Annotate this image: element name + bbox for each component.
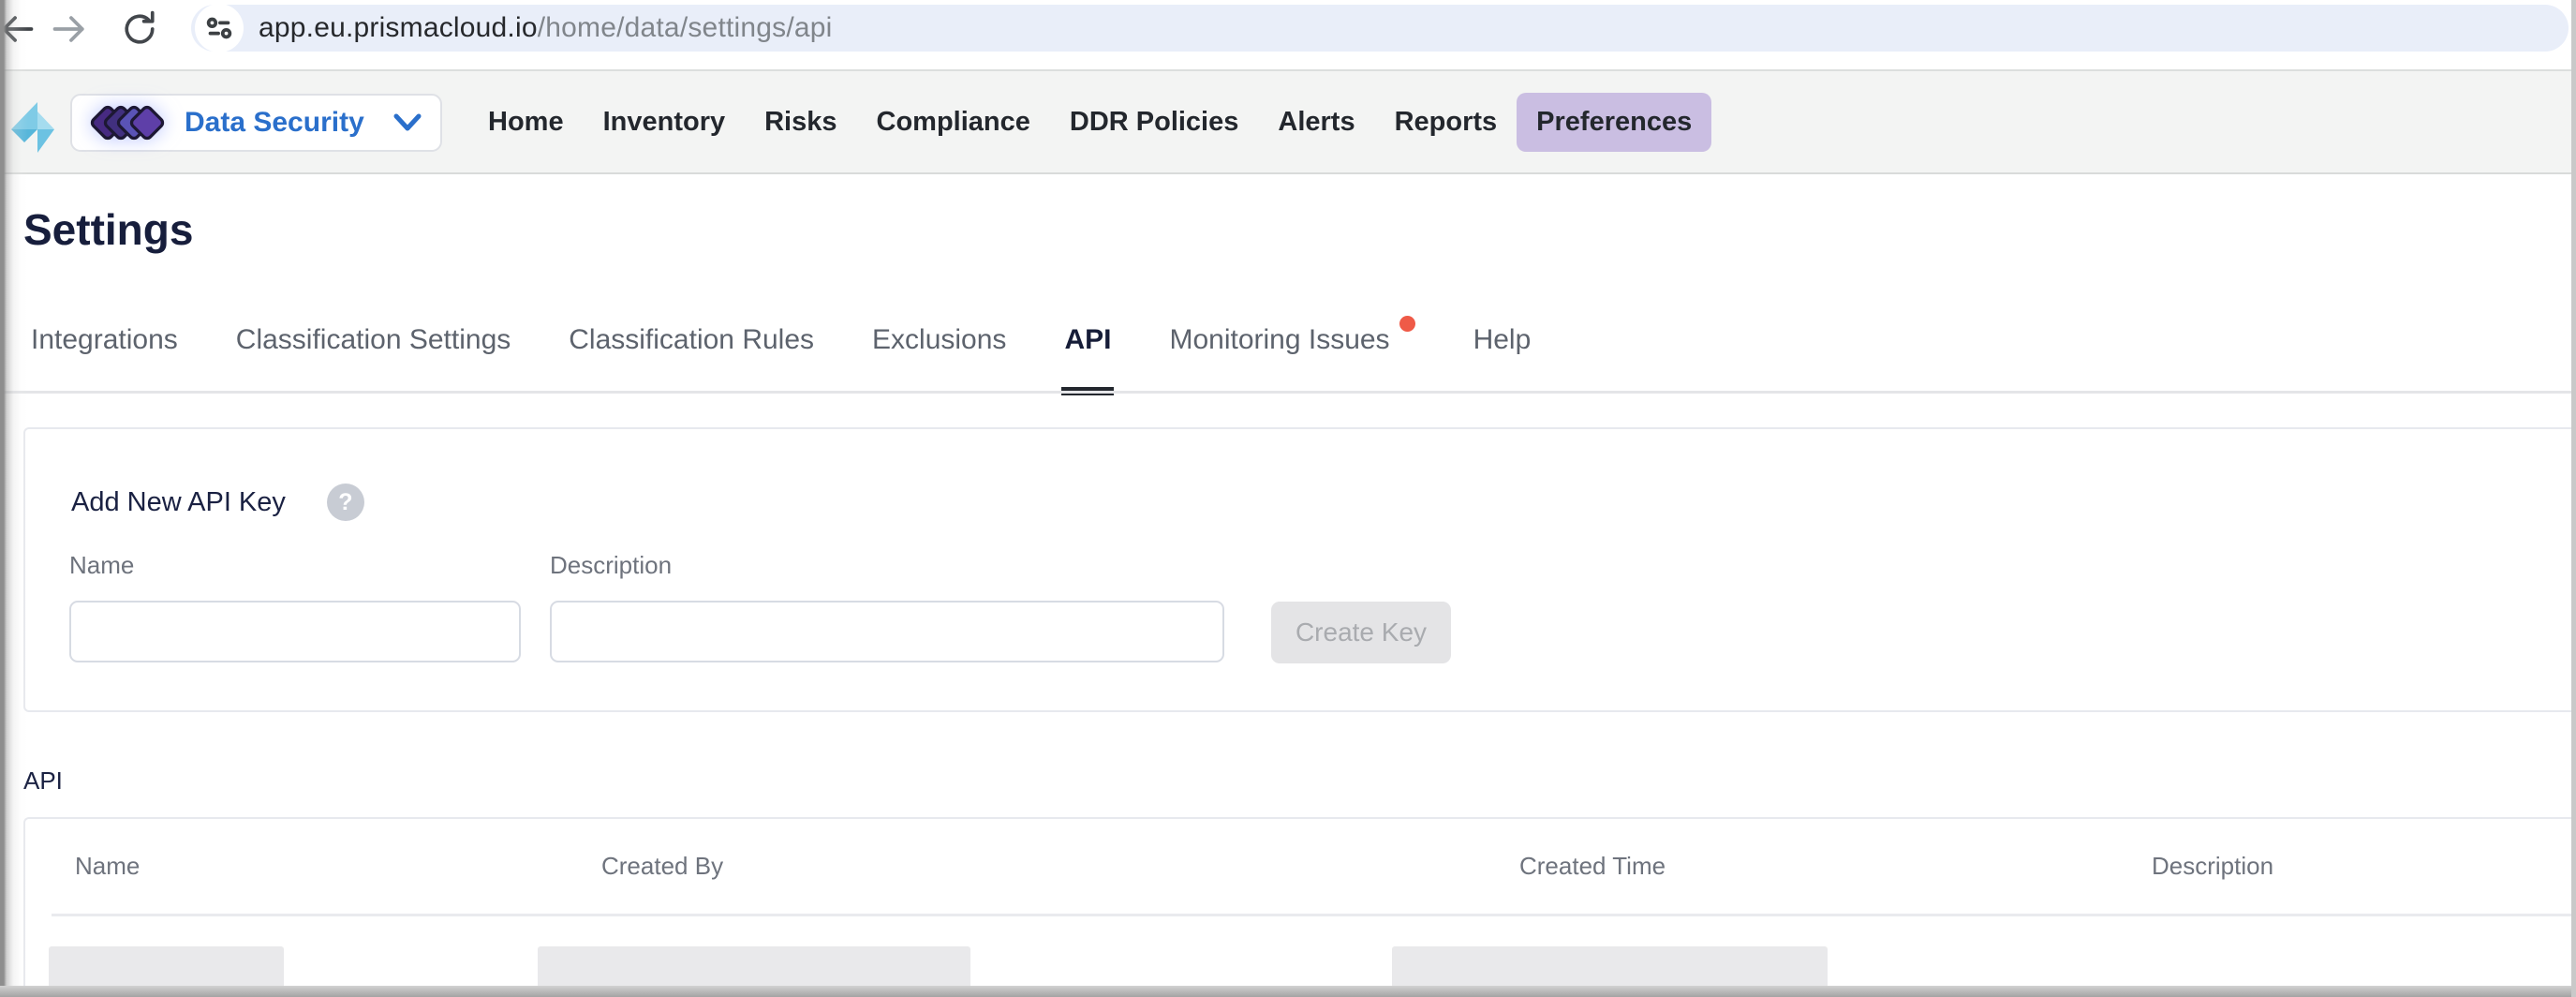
loading-skeleton-bar — [1392, 946, 1828, 990]
site-settings-chip[interactable] — [195, 4, 244, 52]
page-title: Settings — [23, 204, 193, 255]
tab-monitoring-issues[interactable]: Monitoring Issues — [1169, 322, 1414, 395]
address-bar[interactable]: app.eu.prismacloud.io/home/data/settings… — [191, 5, 2569, 52]
nav-item-inventory[interactable]: Inventory — [584, 93, 746, 152]
nav-item-reports[interactable]: Reports — [1375, 93, 1517, 152]
tabs-divider — [0, 391, 2576, 394]
loading-skeleton-bar — [538, 946, 970, 990]
forward-arrow-icon — [50, 8, 91, 50]
create-key-button[interactable]: Create Key — [1271, 602, 1451, 663]
notification-dot — [1399, 316, 1415, 332]
loading-skeleton-bar — [49, 946, 284, 990]
tab-exclusions[interactable]: Exclusions — [872, 322, 1006, 395]
column-header-name: Name — [25, 852, 550, 881]
back-arrow-icon — [0, 8, 37, 50]
column-header-created-time: Created Time — [1468, 852, 2100, 881]
reload-icon — [119, 8, 160, 50]
name-field-label: Name — [69, 551, 134, 580]
url-domain: app.eu.prismacloud.io — [259, 12, 538, 43]
description-field-label: Description — [550, 551, 672, 580]
add-api-key-card: Add New API Key ? Name Description Creat… — [23, 427, 2576, 712]
tab-help[interactable]: Help — [1473, 322, 1532, 395]
chevron-down-icon — [392, 112, 423, 134]
product-switcher-label: Data Security — [185, 107, 392, 139]
help-icon[interactable]: ? — [327, 484, 364, 521]
nav-item-compliance[interactable]: Compliance — [857, 93, 1050, 152]
tab-integrations[interactable]: Integrations — [31, 322, 178, 395]
nav-item-alerts[interactable]: Alerts — [1258, 93, 1374, 152]
forward-button[interactable] — [49, 7, 92, 51]
main-navigation: Home Inventory Risks Compliance DDR Poli… — [468, 93, 1711, 152]
form-title: Add New API Key — [71, 487, 286, 518]
nav-item-home[interactable]: Home — [468, 93, 584, 152]
description-field[interactable] — [550, 601, 1224, 662]
tune-icon — [203, 12, 235, 44]
nav-item-preferences[interactable]: Preferences — [1517, 93, 1711, 152]
table-header-row: Name Created By Created Time Description — [25, 819, 2576, 914]
prisma-cloud-logo-icon[interactable] — [9, 100, 58, 155]
product-switcher-dropdown[interactable]: Data Security — [70, 94, 442, 152]
api-section-title: API — [23, 766, 63, 796]
url-text: app.eu.prismacloud.io/home/data/settings… — [259, 12, 833, 44]
column-header-created-by: Created By — [550, 852, 1468, 881]
back-button[interactable] — [0, 7, 37, 51]
column-header-description: Description — [2100, 852, 2576, 881]
nav-item-risks[interactable]: Risks — [745, 93, 856, 152]
tab-classification-rules[interactable]: Classification Rules — [569, 322, 814, 395]
nav-item-ddr-policies[interactable]: DDR Policies — [1050, 93, 1259, 152]
window-bottom-edge — [0, 986, 2576, 997]
browser-window: app.eu.prismacloud.io/home/data/settings… — [0, 0, 2576, 997]
browser-toolbar: app.eu.prismacloud.io/home/data/settings… — [0, 0, 2576, 58]
name-field[interactable] — [69, 601, 521, 662]
url-path: /home/data/settings/api — [538, 12, 833, 43]
tab-api[interactable]: API — [1064, 322, 1111, 395]
settings-tabs: Integrations Classification Settings Cla… — [31, 322, 1531, 395]
tab-classification-settings[interactable]: Classification Settings — [236, 322, 511, 395]
reload-button[interactable] — [118, 7, 161, 51]
data-security-diamonds-icon — [91, 106, 164, 140]
api-keys-table: Name Created By Created Time Description — [23, 817, 2576, 997]
app-navbar: Data Security Home Inventory Risks Compl… — [0, 69, 2576, 174]
window-right-edge — [2571, 0, 2576, 997]
